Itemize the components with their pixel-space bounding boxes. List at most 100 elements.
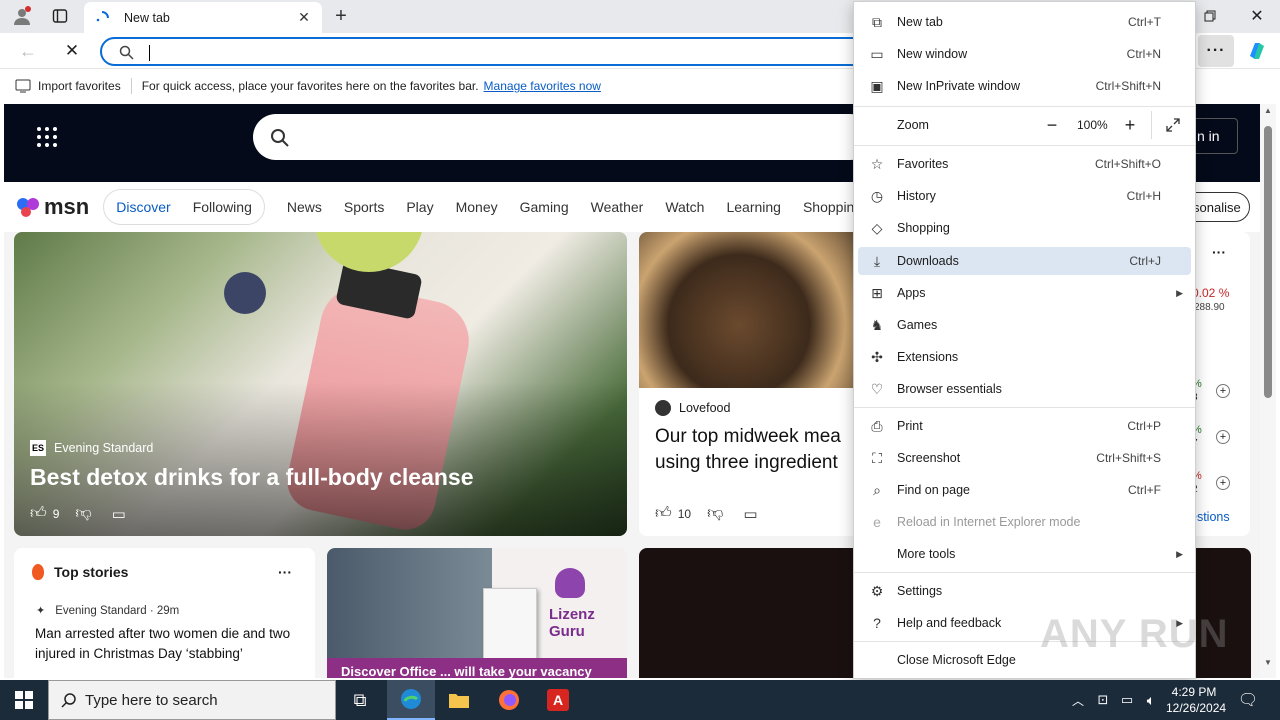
msn-search-input[interactable] xyxy=(253,114,873,160)
menu-item-new-window[interactable]: ▭ New window Ctrl+N xyxy=(858,40,1191,68)
add-watchlist-icon[interactable]: + xyxy=(1216,384,1230,398)
file-explorer-icon[interactable] xyxy=(435,680,483,720)
clock[interactable]: 4:29 PM 12/26/2024 xyxy=(1166,684,1226,716)
food-title[interactable]: Our top midweek mea using three ingredie… xyxy=(655,424,875,476)
zoom-divider xyxy=(1151,111,1152,139)
menu-item-shopping[interactable]: ◇ Shopping xyxy=(858,214,1191,242)
acrobat-icon[interactable]: A xyxy=(534,680,582,720)
widget-pct: 0.02 % xyxy=(1192,286,1230,300)
app-launcher-icon[interactable] xyxy=(37,127,57,147)
menu-item-screenshot[interactable]: ⛶ Screenshot Ctrl+Shift+S xyxy=(858,444,1191,472)
nav-learning[interactable]: Learning xyxy=(726,199,781,215)
thumbs-up-icon[interactable]: 👍︎ xyxy=(30,504,47,523)
hero-source: ES Evening Standard xyxy=(30,440,153,456)
edge-taskbar-icon[interactable] xyxy=(387,680,435,720)
lizenz-guru-ad-card[interactable]: Lizenz Guru Discover Office ... will tak… xyxy=(327,548,627,678)
tab-new-tab[interactable]: New tab ✕ xyxy=(84,2,322,33)
printer-icon: ⎙ xyxy=(871,417,883,434)
menu-item-more-tools[interactable]: More tools ▶ xyxy=(858,540,1191,568)
comment-icon[interactable]: ▭ xyxy=(743,505,757,523)
tab-following[interactable]: Following xyxy=(193,199,252,215)
profile-avatar-icon[interactable] xyxy=(10,5,34,27)
top-stories-more-icon[interactable]: ··· xyxy=(278,564,292,580)
nav-news[interactable]: News xyxy=(287,199,322,215)
menu-item-print[interactable]: ⎙ Print Ctrl+P xyxy=(858,412,1191,440)
nav-play[interactable]: Play xyxy=(406,199,433,215)
start-button[interactable] xyxy=(0,680,48,720)
category-nav: News Sports Play Money Gaming Weather Wa… xyxy=(287,199,884,215)
restore-window-button[interactable] xyxy=(1190,4,1230,28)
food-like-count: 10 xyxy=(677,506,692,521)
menu-item-extensions[interactable]: ✣ Extensions xyxy=(858,343,1191,371)
nav-money[interactable]: Money xyxy=(456,199,498,215)
tab-discover[interactable]: Discover xyxy=(116,199,170,215)
menu-item-history[interactable]: ◷ History Ctrl+H xyxy=(858,182,1191,210)
menu-item-settings[interactable]: ⚙ Settings xyxy=(858,577,1191,605)
favorites-hint: For quick access, place your favorites h… xyxy=(141,79,479,93)
hero-article-card[interactable]: ES Evening Standard Best detox drinks fo… xyxy=(14,232,627,536)
network-icon[interactable]: ⊡ xyxy=(1094,690,1112,710)
wifi-icon[interactable]: ▭ xyxy=(1118,690,1136,710)
comment-icon[interactable]: ▭ xyxy=(112,505,126,523)
hero-title[interactable]: Best detox drinks for a full-body cleans… xyxy=(30,464,474,491)
copilot-icon[interactable] xyxy=(1244,39,1270,63)
windows-taskbar: Type here to search ⧉ A ︿ ⊡ ▭ 🔈︎ 4:29 PM… xyxy=(0,680,1280,720)
manage-favorites-link[interactable]: Manage favorites now xyxy=(484,79,601,93)
add-watchlist-icon[interactable]: + xyxy=(1216,430,1230,444)
task-view-icon[interactable]: ⧉ xyxy=(336,680,384,720)
menu-item-downloads[interactable]: ⤓ Downloads Ctrl+J xyxy=(858,247,1191,275)
widget-more-icon[interactable]: ··· xyxy=(1212,244,1226,260)
settings-menu: ⧉ New tab Ctrl+T ▭ New window Ctrl+N ▣ New In… xyxy=(853,1,1228,679)
import-favorites-button[interactable]: Import favorites xyxy=(38,79,121,93)
text-caret xyxy=(149,45,150,61)
menu-item-browser-essentials[interactable]: ♡ Browser essentials xyxy=(858,375,1191,403)
menu-item-favorites[interactable]: ☆ Favorites Ctrl+Shift+O xyxy=(858,150,1191,178)
show-hidden-icons-icon[interactable]: ︿ xyxy=(1070,690,1086,710)
top-stories-header: Top stories xyxy=(32,564,128,580)
nav-weather[interactable]: Weather xyxy=(591,199,644,215)
story-headline[interactable]: Man arrested after two women die and two… xyxy=(35,624,300,664)
msn-logo[interactable]: msn xyxy=(16,194,89,220)
fullscreen-icon[interactable] xyxy=(1163,115,1183,135)
address-bar-input[interactable] xyxy=(100,37,890,66)
notifications-icon[interactable]: 🗨︎ xyxy=(1236,688,1260,712)
stop-loading-icon[interactable]: ✕ xyxy=(58,39,86,63)
back-arrow-icon[interactable]: ← xyxy=(14,39,42,63)
scroll-down-arrow-icon[interactable]: ▼ xyxy=(1264,658,1272,667)
menu-item-apps[interactable]: ⊞ Apps ▶ xyxy=(858,279,1191,307)
menu-item-zoom: Zoom − 100% + xyxy=(858,111,1191,139)
taskbar-search-input[interactable]: Type here to search xyxy=(48,680,336,720)
volume-icon[interactable]: 🔈︎ xyxy=(1142,690,1160,710)
acrobat-glyph-icon: A xyxy=(547,689,569,711)
zoom-out-button[interactable]: − xyxy=(1042,115,1062,135)
lime-image xyxy=(314,232,424,272)
scroll-thumb[interactable] xyxy=(1264,126,1272,398)
new-tab-button[interactable]: + xyxy=(330,5,352,27)
menu-item-new-tab[interactable]: ⧉ New tab Ctrl+T xyxy=(858,8,1191,36)
clock-time: 4:29 PM xyxy=(1171,685,1217,699)
nav-gaming[interactable]: Gaming xyxy=(520,199,569,215)
food-article-card[interactable]: Lovefood Our top midweek mea using three… xyxy=(639,232,889,536)
scroll-up-arrow-icon[interactable]: ▲ xyxy=(1264,106,1272,115)
menu-item-games[interactable]: ♞ Games xyxy=(858,311,1191,339)
thumbs-down-icon[interactable]: 👎︎ xyxy=(707,504,723,523)
add-watchlist-icon[interactable]: + xyxy=(1216,476,1230,490)
page-scrollbar[interactable]: ▲ ▼ xyxy=(1260,104,1276,678)
close-tab-icon[interactable]: ✕ xyxy=(296,9,312,26)
firefox-icon[interactable] xyxy=(485,680,533,720)
close-window-button[interactable]: ✕ xyxy=(1237,4,1277,28)
help-icon: ? xyxy=(873,615,881,631)
nav-sports[interactable]: Sports xyxy=(344,199,384,215)
food-source-name: Lovefood xyxy=(679,401,731,415)
menu-item-new-inprivate-window[interactable]: ▣ New InPrivate window Ctrl+Shift+N xyxy=(858,72,1191,100)
games-icon: ♞ xyxy=(870,316,884,333)
thumbs-down-icon[interactable]: 👎︎ xyxy=(75,504,91,523)
tab-actions-icon[interactable] xyxy=(50,6,70,26)
tab-title: New tab xyxy=(124,10,170,25)
nav-watch[interactable]: Watch xyxy=(665,199,704,215)
menu-item-find-on-page[interactable]: ⌕ Find on page Ctrl+F xyxy=(858,476,1191,504)
thumbs-up-icon[interactable]: 👍︎ xyxy=(655,504,672,523)
zoom-in-button[interactable]: + xyxy=(1120,115,1140,135)
submenu-arrow-icon: ▶ xyxy=(1176,287,1183,298)
more-options-button[interactable]: ··· xyxy=(1198,35,1234,67)
